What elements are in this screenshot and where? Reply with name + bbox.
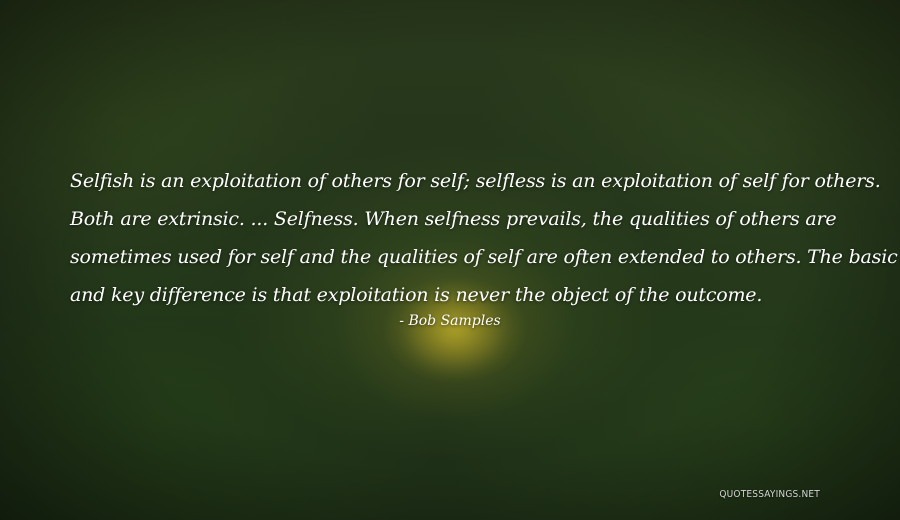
quote-line: and key difference is that exploitation …: [70, 284, 763, 306]
site-watermark: QUOTESSAYINGS.NET: [719, 489, 820, 500]
quote-line: sometimes used for self and the qualitie…: [70, 246, 898, 268]
quote-line: Both are extrinsic. ... Selfness. When s…: [70, 208, 837, 230]
quote-line: Selfish is an exploitation of others for…: [70, 170, 881, 192]
quote-author: - Bob Samples: [399, 313, 501, 329]
quote-image: Selfish is an exploitation of others for…: [0, 0, 900, 520]
quote-text: Selfish is an exploitation of others for…: [70, 162, 898, 314]
